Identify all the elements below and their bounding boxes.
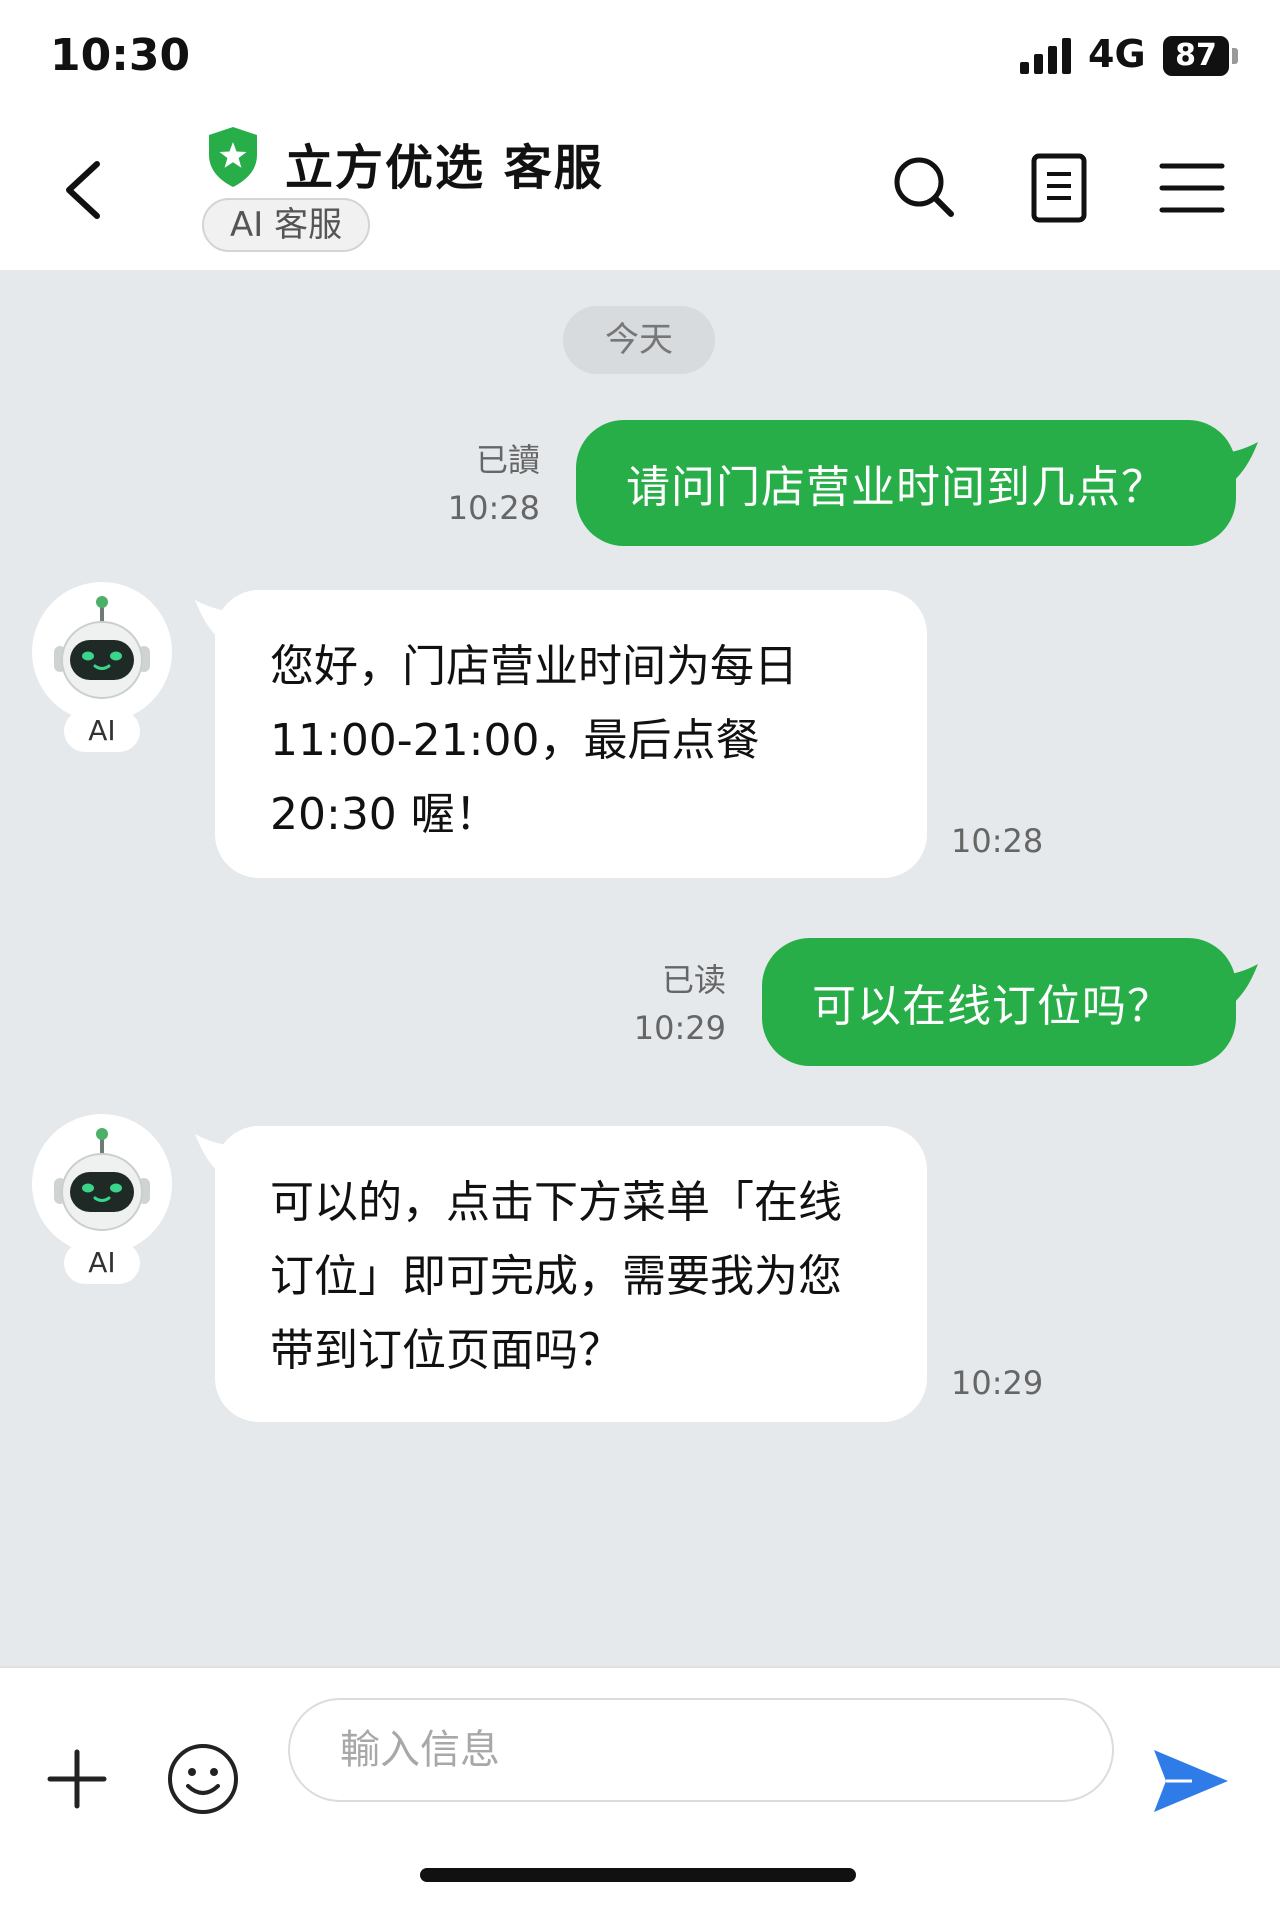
message-line: 订位」即可完成，需要我为您	[270, 1251, 842, 1302]
chat-title: 立方优选 客服	[285, 140, 604, 196]
back-icon[interactable]	[55, 150, 115, 230]
robot-icon	[54, 1128, 150, 1231]
message-time: 10:28	[951, 822, 1044, 860]
ai-label: AI	[64, 710, 140, 752]
read-status: 已讀	[475, 441, 540, 479]
input-bar	[0, 1666, 1280, 1908]
message-line: 您好，门店营业时间为每日	[270, 641, 798, 692]
search-icon[interactable]	[885, 148, 965, 228]
plus-icon[interactable]	[46, 1748, 108, 1810]
chat-header: 立方优选 客服 AI 客服	[0, 110, 1280, 270]
ai-avatar[interactable]	[32, 582, 172, 722]
shield-icon	[209, 127, 257, 187]
send-icon[interactable]	[1152, 1746, 1230, 1816]
status-time: 10:30	[50, 30, 191, 81]
home-indicator	[420, 1868, 856, 1882]
message-line: 11:00-21:00，最后点餐	[270, 715, 760, 766]
status-bar: 10:30 4G 87	[0, 0, 1280, 110]
message-bubble-ai[interactable]: 您好，门店营业时间为每日 11:00-21:00，最后点餐 20:30 喔！	[215, 590, 927, 878]
message-line: 带到订位页面吗？	[270, 1325, 622, 1376]
message-line: 可以的，点击下方菜单「在线	[270, 1177, 842, 1228]
ai-service-badge: AI 客服	[202, 198, 371, 252]
network-type: 4G	[1088, 32, 1146, 76]
read-status: 已读	[661, 961, 726, 999]
message-input[interactable]	[288, 1698, 1114, 1802]
message-meta: 已讀 10:28	[440, 436, 540, 532]
message-time: 10:28	[447, 489, 540, 527]
document-icon[interactable]	[1019, 148, 1099, 228]
signal-icon	[1020, 38, 1074, 74]
message-text: 可以在线订位吗？	[812, 981, 1172, 1032]
ai-label: AI	[64, 1242, 140, 1284]
message-meta: 已读 10:29	[626, 956, 726, 1052]
message-bubble-user[interactable]: 请问门店营业时间到几点？	[576, 420, 1236, 546]
menu-icon[interactable]	[1152, 148, 1232, 228]
message-line: 20:30 喔！	[270, 789, 499, 840]
message-text: 请问门店营业时间到几点？	[626, 462, 1166, 513]
message-time: 10:29	[951, 1364, 1044, 1402]
message-bubble-ai[interactable]: 可以的，点击下方菜单「在线 订位」即可完成，需要我为您 带到订位页面吗？	[215, 1126, 927, 1422]
ai-avatar[interactable]	[32, 1114, 172, 1254]
battery-cap	[1232, 48, 1238, 64]
robot-icon	[54, 596, 150, 699]
message-bubble-user[interactable]: 可以在线订位吗？	[762, 938, 1236, 1066]
battery-icon: 87	[1163, 36, 1229, 76]
message-time: 10:29	[633, 1009, 726, 1047]
date-divider: 今天	[563, 306, 715, 374]
chat-area[interactable]: 今天 已讀 10:28 请问门店营业时间到几点？ AI 您好，门店营业时间为每日…	[0, 270, 1280, 1666]
emoji-icon[interactable]	[166, 1742, 240, 1816]
